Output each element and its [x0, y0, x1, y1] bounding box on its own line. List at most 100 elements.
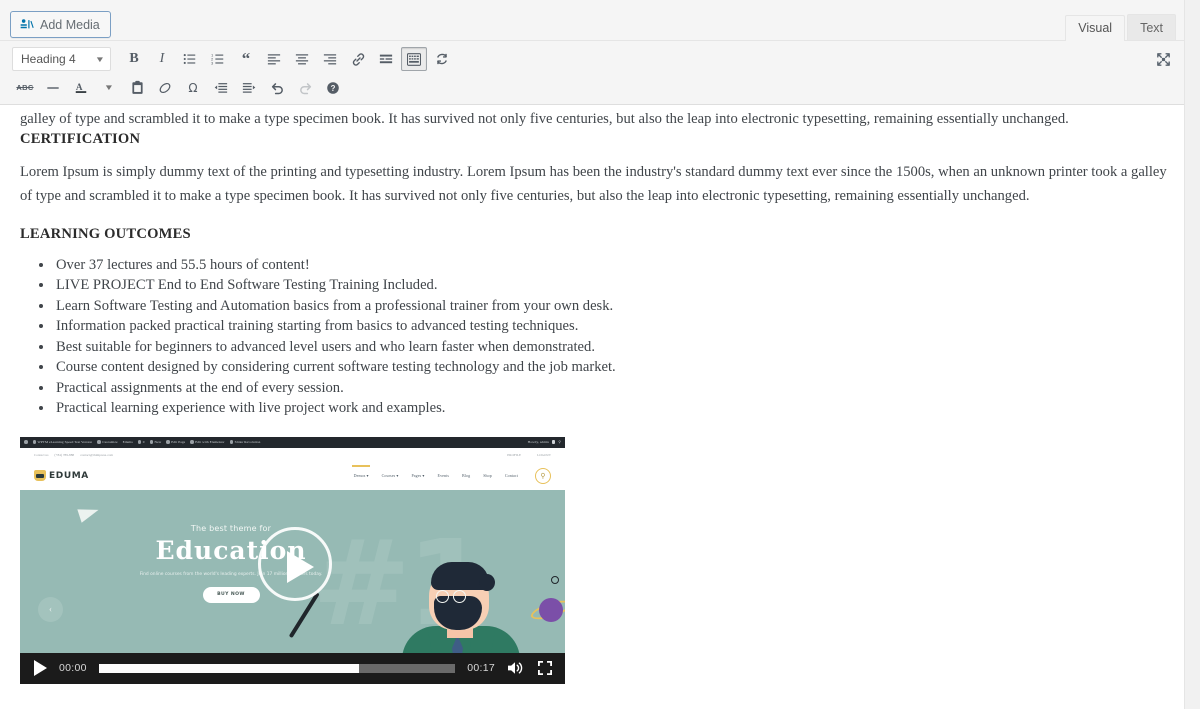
add-media-label: Add Media	[40, 17, 100, 32]
svg-text:3: 3	[211, 60, 214, 65]
list-item: Learn Software Testing and Automation ba…	[54, 296, 1182, 316]
video-poster-frame[interactable]: WPTM eLearning Speed Test Version Custom…	[20, 436, 565, 653]
certification-paragraph: Lorem Ipsum is simply dummy text of the …	[20, 164, 1167, 204]
character-glasses-right	[453, 589, 466, 603]
duration-label: 00:17	[467, 662, 495, 675]
special-character-button[interactable]: Ω	[180, 76, 206, 100]
editor-mode-tabs: Visual Text	[1063, 14, 1176, 41]
align-right-button[interactable]	[317, 47, 343, 71]
video-controls-bar: 00:00 00:17	[20, 652, 565, 684]
wordpress-post-editor: Add Media Visual Text Heading 4 ▼ B I 12…	[0, 0, 1200, 709]
nav-item-blog: Blog	[462, 473, 471, 479]
video-site-adminbar: WPTM eLearning Speed Test Version Custom…	[20, 436, 565, 448]
refresh-button[interactable]	[429, 47, 455, 71]
adminbar-item: Slider Revolution	[229, 440, 261, 444]
tab-visual[interactable]: Visual	[1065, 15, 1126, 41]
topbar-item: Contact us	[34, 452, 49, 457]
volume-icon[interactable]	[507, 660, 525, 676]
search-icon: ⚲	[535, 467, 551, 484]
align-left-button[interactable]	[261, 47, 287, 71]
mce-toolbar: Heading 4 ▼ B I 123 “ ABC A ▼ Ω ?	[0, 41, 1200, 105]
learning-outcomes-list: Over 37 lectures and 55.5 hours of conte…	[20, 255, 1182, 419]
increase-indent-button[interactable]	[236, 76, 262, 100]
undo-button[interactable]	[264, 76, 290, 100]
list-item: Course content designed by considering c…	[54, 357, 1182, 377]
play-button[interactable]	[34, 660, 47, 677]
add-media-button[interactable]: Add Media	[10, 11, 111, 38]
topbar-profile-link: PROFILE	[507, 452, 522, 457]
list-item: Information packed practical training st…	[54, 316, 1182, 336]
list-item: LIVE PROJECT End to End Software Testing…	[54, 275, 1182, 295]
editor-content-area[interactable]: galley of type and scrambled it to make …	[0, 105, 1200, 709]
page-right-gutter	[1184, 0, 1200, 709]
nav-item-courses: Courses ▾	[381, 473, 399, 479]
paper-plane-icon	[77, 502, 101, 523]
video-site-topbar: Contact us (+84) 789-888 contact@thimpre…	[20, 447, 565, 462]
adminbar-item: 0	[137, 440, 145, 444]
adminbar-logo-icon	[24, 440, 28, 444]
strikethrough-button[interactable]: ABC	[12, 76, 38, 100]
character-hair-bun	[479, 573, 495, 591]
list-item: Over 37 lectures and 55.5 hours of conte…	[54, 255, 1182, 275]
embedded-video-player[interactable]: WPTM eLearning Speed Test Version Custom…	[20, 436, 565, 684]
graduation-cap-icon	[34, 470, 46, 482]
topbar-logout-link: LOGOUT	[537, 452, 551, 457]
distraction-free-mode-button[interactable]	[1150, 47, 1176, 71]
list-item: Practical learning experience with live …	[54, 398, 1182, 418]
nav-item-shop: Shop	[483, 473, 492, 479]
alarm-clock-icon	[551, 575, 559, 584]
play-overlay-icon	[258, 526, 332, 601]
paste-as-text-button[interactable]	[124, 76, 150, 100]
eduma-logo: EDUMA	[34, 470, 89, 482]
link-button[interactable]	[345, 47, 371, 71]
horizontal-line-button[interactable]	[40, 76, 66, 100]
adminbar-item: Edit with Elementor	[190, 440, 225, 444]
adminbar-item: WPTM eLearning Speed Test Version	[32, 440, 93, 444]
tab-text[interactable]: Text	[1127, 14, 1176, 40]
list-item: Best suitable for beginners to advanced …	[54, 337, 1182, 357]
editor-top-bar: Add Media Visual Text	[0, 0, 1200, 41]
intro-paragraph-tail: galley of type and scrambled it to make …	[20, 111, 1069, 127]
certification-heading: CERTIFICATION	[20, 131, 141, 147]
add-media-icon	[19, 17, 34, 32]
adminbar-item: Customize	[97, 440, 118, 444]
keyboard-shortcuts-button[interactable]: ?	[320, 76, 346, 100]
progress-slider[interactable]	[98, 663, 456, 673]
paragraph-style-select[interactable]: Heading 4 ▼	[12, 47, 111, 71]
paragraph-style-value: Heading 4	[21, 52, 76, 66]
text-color-dropdown-button[interactable]: ▼	[96, 76, 122, 100]
nav-item-demos: Demos ▾	[353, 473, 369, 479]
adminbar-avatar	[551, 440, 556, 444]
learning-outcomes-heading: LEARNING OUTCOMES	[20, 226, 191, 242]
list-item: Practical assignments at the end of ever…	[54, 378, 1182, 398]
numbered-list-button[interactable]: 123	[205, 47, 231, 71]
toolbar-toggle-button[interactable]	[401, 47, 427, 71]
planet-icon	[539, 597, 563, 622]
current-time-label: 00:00	[59, 662, 87, 675]
align-center-button[interactable]	[289, 47, 315, 71]
video-hero-slide: #1 The best theme for Education Find onl…	[20, 489, 565, 653]
slider-prev-arrow[interactable]: ‹	[38, 596, 63, 622]
adminbar-search-icon: ⚲	[558, 440, 561, 445]
decrease-indent-button[interactable]	[208, 76, 234, 100]
text-color-button[interactable]: A	[68, 76, 94, 100]
bold-button[interactable]: B	[121, 47, 147, 71]
topbar-phone: (+84) 789-888	[54, 452, 75, 457]
nav-item-contact: Contact	[504, 473, 518, 479]
blockquote-button[interactable]: “	[233, 47, 259, 71]
buy-now-button: BUY NOW	[202, 586, 260, 603]
italic-button[interactable]: I	[149, 47, 175, 71]
video-site-header: EDUMA Demos ▾ Courses ▾ Pages ▾ Events B…	[20, 461, 565, 490]
redo-button[interactable]	[292, 76, 318, 100]
adminbar-item: Eduma	[122, 440, 133, 445]
svg-text:?: ?	[331, 84, 336, 93]
mce-toolbar-row-1: Heading 4 ▼ B I 123 “	[0, 45, 1200, 73]
character-glasses-left	[436, 589, 449, 603]
read-more-button[interactable]	[373, 47, 399, 71]
fullscreen-icon[interactable]	[537, 660, 553, 676]
clear-formatting-button[interactable]	[152, 76, 178, 100]
chevron-down-icon: ▼	[94, 54, 106, 64]
logo-text: EDUMA	[49, 470, 89, 481]
svg-text:A: A	[76, 82, 83, 92]
bulleted-list-button[interactable]	[177, 47, 203, 71]
